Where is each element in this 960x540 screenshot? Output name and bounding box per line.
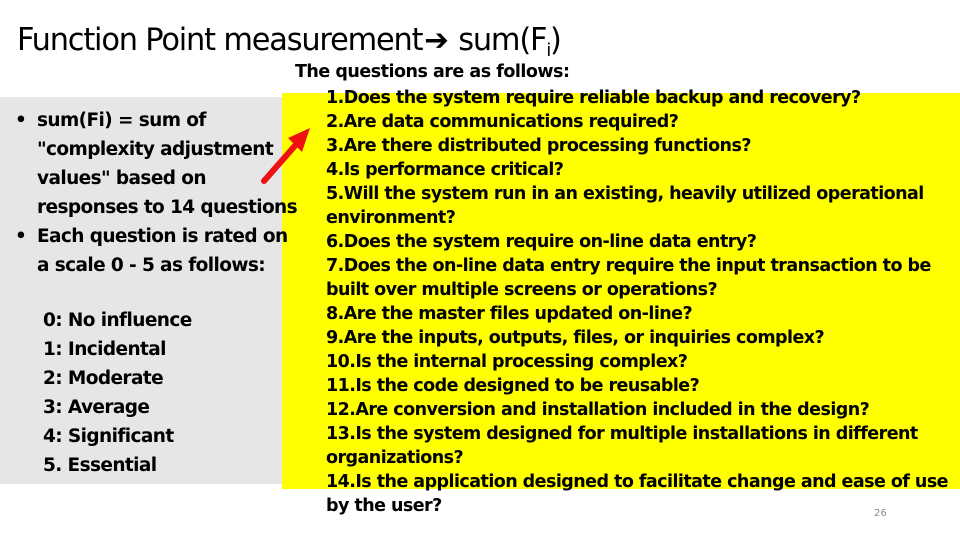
question-item: 11.Is the code designed to be reusable?	[326, 376, 700, 396]
question-item: 1.Does the system require reliable backu…	[326, 88, 861, 108]
question-item: 12.Are conversion and installation inclu…	[326, 400, 870, 420]
scale-item: 5. Essential	[43, 455, 157, 476]
scale-item: 2: Moderate	[43, 368, 164, 389]
question-item: 6.Does the system require on-line data e…	[326, 232, 757, 252]
scale-item: 4: Significant	[43, 426, 174, 447]
question-item: 3.Are there distributed processing funct…	[326, 136, 751, 156]
right-arrow-icon: ➔	[424, 23, 449, 58]
rating-scale-list: 0: No influence 1: Incidental 2: Moderat…	[43, 306, 192, 480]
page-number: 26	[874, 508, 887, 519]
question-item: 9.Are the inputs, outputs, files, or inq…	[326, 328, 825, 348]
questions-heading: The questions are as follows:	[295, 62, 570, 82]
title-close: )	[550, 22, 562, 58]
title-suffix: sum(F	[449, 22, 547, 58]
question-item: 13.Is the system designed for multiple i…	[326, 424, 918, 468]
question-item: 8.Are the master files updated on-line?	[326, 304, 693, 324]
title-main: Function Point measurement	[17, 22, 424, 58]
question-item: 10.Is the internal processing complex?	[326, 352, 688, 372]
question-item: 7.Does the on-line data entry require th…	[326, 256, 931, 300]
question-item: 14.Is the application designed to facili…	[326, 472, 949, 516]
bullet-item: Each question is rated on a scale 0 - 5 …	[0, 222, 300, 280]
question-item: 4.Is performance critical?	[326, 160, 564, 180]
arrow-shaft	[261, 137, 303, 184]
question-item: 5.Will the system run in an existing, he…	[326, 184, 924, 228]
scale-item: 0: No influence	[43, 310, 192, 331]
red-pointer-arrow-icon	[261, 128, 310, 184]
question-item: 2.Are data communications required?	[326, 112, 679, 132]
questions-list: 1.Does the system require reliable backu…	[326, 86, 956, 518]
scale-item: 3: Average	[43, 397, 150, 418]
scale-item: 1: Incidental	[43, 339, 167, 360]
